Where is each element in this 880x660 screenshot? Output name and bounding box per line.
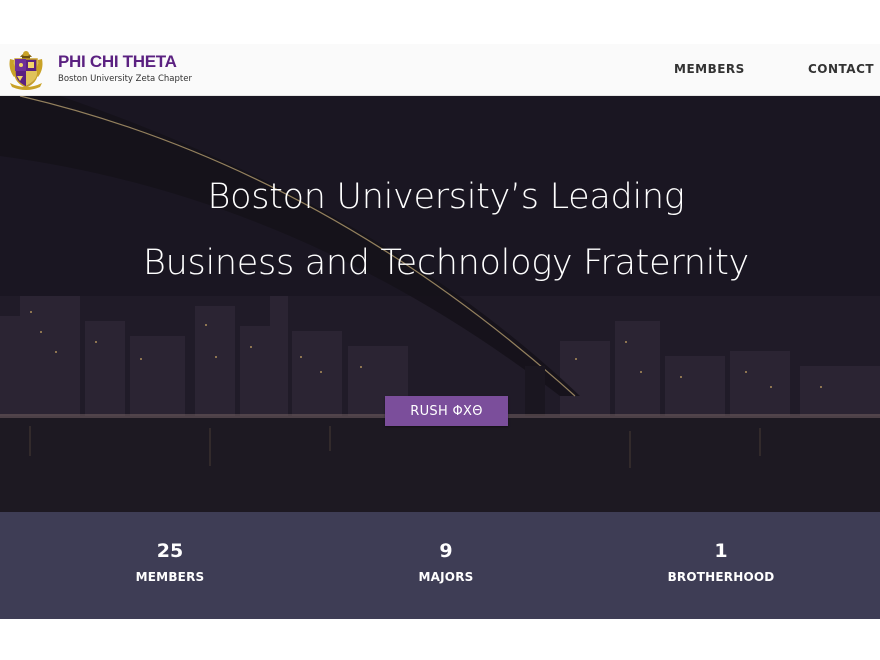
brand-title: PHI CHI THETA	[58, 52, 177, 71]
stat-value: 25	[156, 540, 184, 562]
nav-link-members[interactable]: MEMBERS	[674, 62, 745, 76]
hero-background-image	[0, 96, 880, 512]
stat-label: MAJORS	[418, 570, 474, 584]
rush-button[interactable]: RUSH ΦΧΘ	[385, 396, 508, 426]
stat-members: 25 MEMBERS	[70, 540, 270, 584]
page-footer-space	[0, 619, 880, 660]
brand-logo-link[interactable]: PHI CHI THETA Boston University Zeta Cha…	[6, 46, 192, 92]
stat-value: 1	[714, 540, 728, 562]
nav-link-contact[interactable]: CONTACT	[808, 62, 874, 76]
stats-bar: 25 MEMBERS 9 MAJORS 1 BROTHERHOOD	[0, 512, 880, 619]
stat-majors: 9 MAJORS	[346, 540, 546, 584]
stat-label: BROTHERHOOD	[667, 570, 775, 584]
stat-value: 9	[439, 540, 453, 562]
brand-subtitle: Boston University Zeta Chapter	[58, 74, 192, 84]
hero-title: Boston University’s Leading Business and…	[143, 177, 749, 283]
top-spacer	[0, 0, 880, 44]
stat-label: MEMBERS	[135, 570, 205, 584]
brand-text: PHI CHI THETA Boston University Zeta Cha…	[58, 53, 192, 85]
navbar: PHI CHI THETA Boston University Zeta Cha…	[0, 44, 880, 96]
hero-banner: Boston University’s Leading Business and…	[0, 96, 880, 512]
stat-brotherhood: 1 BROTHERHOOD	[621, 540, 821, 584]
fraternity-crest-icon	[9, 51, 43, 90]
